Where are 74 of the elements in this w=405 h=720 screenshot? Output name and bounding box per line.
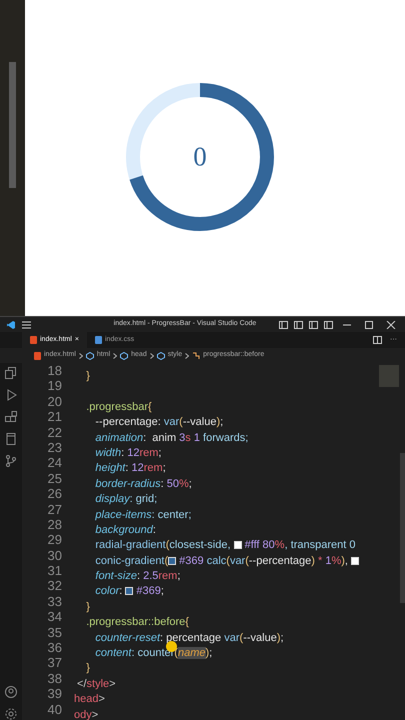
code-line: width: 12rem;	[94, 446, 162, 461]
line-number: 18	[46, 363, 63, 378]
notebook-icon[interactable]	[5, 433, 17, 445]
settings-icon[interactable]	[5, 708, 17, 720]
code-line: --percentage: var(--value);	[94, 415, 224, 430]
element-icon	[86, 352, 94, 360]
code-line: .progressbar{	[85, 400, 152, 415]
line-number: 35	[46, 624, 63, 640]
line-number: 34	[46, 609, 63, 625]
code-line: }	[85, 369, 90, 384]
scrollbar-thumb[interactable]	[400, 453, 405, 603]
line-number: 19	[46, 378, 63, 394]
selector-icon	[192, 352, 200, 360]
layout-icon[interactable]	[279, 320, 288, 328]
code-line: }	[85, 661, 90, 676]
code-line: radial-gradient(closest-side, #fff 80%, transparent 0	[94, 538, 356, 554]
code-line: place-items: center;	[94, 508, 192, 523]
source-control-icon[interactable]	[5, 455, 17, 467]
code-line: height: 12rem;	[94, 461, 166, 476]
line-number: 39	[46, 686, 63, 702]
app-logo	[6, 320, 16, 330]
color-swatch[interactable]	[168, 556, 176, 565]
line-number: 20	[46, 394, 63, 410]
line-number: 36	[46, 640, 63, 656]
element-icon	[120, 352, 128, 360]
line-number: 26	[46, 486, 63, 502]
element-icon	[156, 352, 165, 360]
code-line: background:	[94, 522, 156, 538]
line-number: 24	[46, 455, 63, 471]
line-number: 38	[46, 670, 63, 686]
color-swatch[interactable]	[234, 541, 242, 550]
line-number: 28	[46, 516, 63, 532]
progress-value: 0	[193, 144, 207, 170]
line-number: 32	[46, 578, 63, 594]
file-icon	[95, 336, 102, 344]
line-number: 27	[46, 502, 63, 517]
code-line: border-radius: 50%;	[94, 476, 192, 492]
code-line: color: #369;	[94, 584, 164, 600]
line-number: 40	[46, 702, 63, 717]
code-line: </style>	[76, 676, 116, 692]
code-line: display: grid;	[94, 492, 158, 508]
code-line: content: counter(name);	[94, 646, 212, 662]
files-icon[interactable]	[5, 367, 17, 379]
code-line: head>	[74, 692, 105, 708]
color-swatch[interactable]	[351, 556, 360, 565]
line-number: 30	[46, 548, 63, 564]
menu-icon[interactable]	[22, 320, 31, 328]
split-editor-icon[interactable]	[373, 336, 382, 344]
line-number: 22	[46, 424, 63, 440]
chevron-icon	[78, 352, 83, 358]
line-number: 31	[46, 563, 63, 578]
chevron-icon	[113, 352, 118, 358]
account-icon[interactable]	[5, 686, 17, 698]
extensions-icon[interactable]	[5, 411, 17, 423]
chevron-icon	[185, 352, 190, 358]
code-line: .progressbar::before{	[85, 615, 189, 630]
code-line: animation: anim 3s 1 forwards;	[94, 430, 248, 446]
sidebar-icon[interactable]	[309, 320, 318, 328]
color-swatch[interactable]	[125, 587, 134, 596]
line-number: 33	[46, 594, 63, 610]
scrollbar-thumb[interactable]	[9, 62, 16, 188]
line-number: 21	[46, 409, 63, 425]
code-line: font-size: 2.5rem;	[94, 569, 180, 584]
line-number: 37	[46, 655, 63, 671]
code-line: ody>	[74, 708, 98, 720]
chevron-icon	[150, 352, 154, 358]
code-line: counter-reset: percentage var(--value);	[94, 630, 284, 646]
line-number: 25	[46, 470, 63, 486]
code-line: }	[85, 600, 90, 615]
line-number: 23	[46, 440, 63, 456]
line-number: 29	[46, 532, 63, 548]
run-debug-icon[interactable]	[5, 389, 17, 401]
code-line: conic-gradient( #369 calc(var(--percentage) * 1%),	[74, 554, 362, 570]
panel-icon[interactable]	[294, 320, 303, 328]
